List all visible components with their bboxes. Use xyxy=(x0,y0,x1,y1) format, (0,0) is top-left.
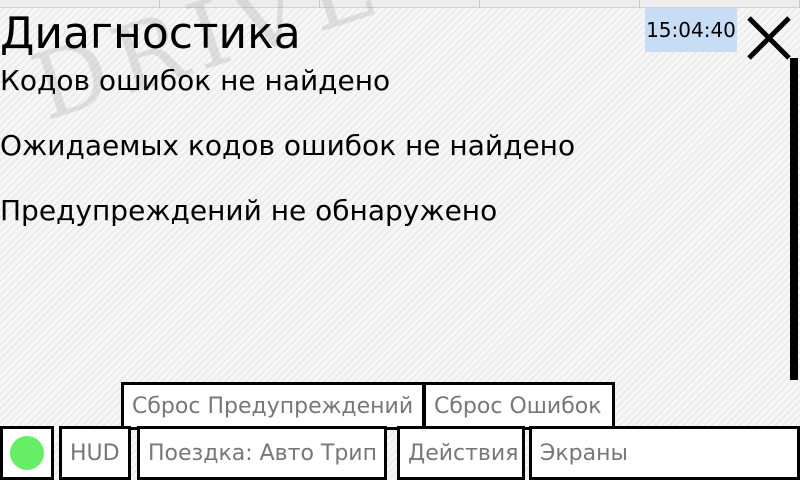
close-button[interactable] xyxy=(746,15,792,61)
trip-button[interactable]: Поездка: Авто Трип xyxy=(137,426,387,480)
close-icon xyxy=(747,16,791,60)
top-tab[interactable] xyxy=(480,0,640,8)
hud-button[interactable]: HUD xyxy=(59,426,131,480)
diagnostic-message: Предупреждений не обнаружено xyxy=(0,194,498,227)
status-indicator-icon xyxy=(10,436,44,470)
diagnostic-message: Ожидаемых кодов ошибок не найдено xyxy=(0,129,576,162)
page-title: Диагностика xyxy=(0,8,301,59)
reset-warnings-button[interactable]: Сброс Предупреждений xyxy=(121,382,425,430)
screens-button[interactable]: Экраны xyxy=(529,426,800,480)
clock: 15:04:40 xyxy=(645,8,737,52)
reset-errors-button[interactable]: Сброс Ошибок xyxy=(423,382,615,430)
scrollbar[interactable] xyxy=(790,58,798,380)
status-button[interactable] xyxy=(0,426,54,480)
top-tab[interactable] xyxy=(640,0,800,8)
diagnostic-message: Кодов ошибок не найдено xyxy=(0,64,391,97)
actions-button[interactable]: Действия xyxy=(397,426,525,480)
